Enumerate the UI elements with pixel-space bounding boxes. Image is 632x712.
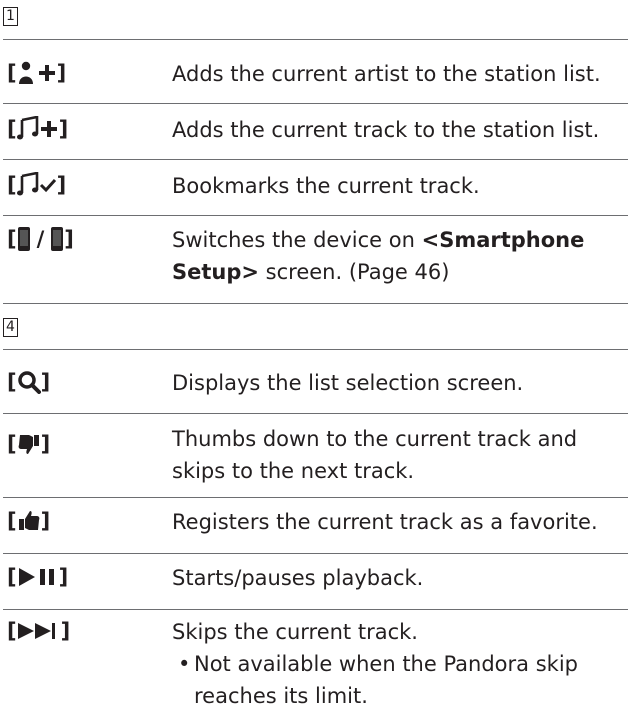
divider: [3, 553, 628, 554]
divider: [3, 413, 628, 414]
key-bookmark-track: [ ]: [7, 172, 67, 197]
divider: [3, 303, 628, 304]
row-description: Adds the current artist to the station l…: [172, 62, 601, 86]
list-item: [ ] Adds the current track to the statio…: [3, 114, 628, 154]
key-add-artist: [ ]: [7, 61, 67, 85]
list-item: [ ] Registers the current track as a fav…: [3, 506, 628, 546]
bookmark-track-icon: [16, 172, 56, 196]
row-description: Displays the list selection screen.: [172, 371, 524, 395]
search-icon: [17, 371, 41, 394]
divider: [3, 159, 628, 160]
smartphone-icon: [51, 227, 64, 251]
note-bullet: • Not available when the Pandora skip re…: [178, 652, 578, 708]
list-item: [ ] Thumbs down to the current track and…: [3, 423, 628, 491]
smartphone-icon: [17, 227, 30, 251]
list-item: [ / ] Switches the device on <Smartphone…: [3, 224, 628, 296]
list-item: [ ] Displays the list selection screen.: [3, 367, 628, 407]
divider: [3, 497, 628, 498]
row-description: Skips the current track. • Not available…: [172, 616, 628, 712]
list-item: [ ] Starts/pauses playback.: [3, 562, 628, 602]
key-skip: [ ]: [7, 619, 71, 643]
list-item: [ ] Skips the current track. • Not avail…: [3, 616, 628, 708]
play-pause-icon: [18, 568, 54, 586]
add-track-icon: [16, 116, 57, 140]
divider: [3, 103, 628, 104]
row-description: Thumbs down to the current track and ski…: [172, 427, 578, 483]
add-artist-icon: [18, 61, 55, 84]
section-number-1: 1: [3, 7, 18, 26]
row-description: Registers the current track as a favorit…: [172, 510, 598, 534]
row-description: Switches the device on <Smartphone Setup…: [172, 228, 585, 284]
thumbs-up-icon: [18, 511, 40, 530]
divider: [3, 349, 628, 350]
key-add-track: [ ]: [7, 116, 69, 141]
list-item: [ ] Adds the current artist to the stati…: [3, 58, 628, 98]
skip-icon: [17, 623, 55, 639]
row-description: Adds the current track to the station li…: [172, 118, 600, 142]
key-thumbs-down: [ ]: [7, 432, 51, 456]
row-description: Starts/pauses playback.: [172, 566, 424, 590]
thumbs-down-icon: [18, 435, 39, 454]
key-search: [ ]: [7, 370, 51, 394]
divider: [3, 39, 628, 40]
divider: [3, 215, 628, 216]
row-description: Bookmarks the current track.: [172, 174, 480, 198]
divider: [3, 609, 628, 610]
list-item: [ ] Bookmarks the current track.: [3, 170, 628, 210]
key-play-pause: [ ]: [7, 565, 69, 589]
key-switch-device: [ / ]: [7, 227, 74, 251]
section-number-4: 4: [3, 318, 18, 337]
key-thumbs-up: [ ]: [7, 509, 51, 533]
